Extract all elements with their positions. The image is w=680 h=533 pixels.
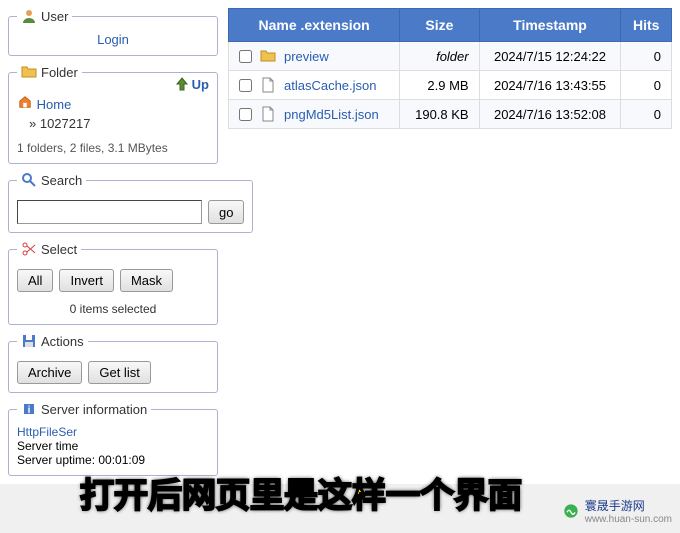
col-timestamp[interactable]: Timestamp (479, 9, 621, 42)
actions-legend: Actions (17, 333, 88, 349)
breadcrumb: Home » 1027217 (17, 94, 209, 131)
hits-cell: 0 (621, 100, 672, 129)
table-row: atlasCache.json 2.9 MB2024/7/16 13:43:550 (229, 71, 672, 100)
actions-panel: Actions Archive Get list (8, 333, 218, 393)
invert-button[interactable]: Invert (59, 269, 114, 292)
hits-cell: 0 (621, 42, 672, 71)
table-row: preview folder2024/7/15 12:24:220 (229, 42, 672, 71)
size-cell: folder (400, 42, 479, 71)
file-icon (260, 77, 276, 93)
file-link[interactable]: pngMd5List.json (284, 107, 379, 122)
select-all-button[interactable]: All (17, 269, 53, 292)
up-label: Up (192, 77, 209, 92)
col-name[interactable]: Name .extension (229, 9, 400, 42)
selected-count: 0 items selected (17, 302, 209, 316)
search-input[interactable] (17, 200, 202, 224)
select-panel: Select All Invert Mask 0 items selected (8, 241, 218, 325)
file-link[interactable]: preview (284, 49, 329, 64)
user-panel: User Login (8, 8, 218, 56)
search-panel: Search go (8, 172, 253, 233)
up-link[interactable]: Up (174, 76, 209, 92)
user-icon (21, 8, 37, 24)
server-uptime-label: Server uptime: (17, 453, 95, 467)
timestamp-cell: 2024/7/16 13:52:08 (479, 100, 621, 129)
home-icon (17, 94, 33, 110)
file-link[interactable]: atlasCache.json (284, 78, 377, 93)
server-info-panel: i Server information HttpFileSer Server … (8, 401, 218, 476)
table-row: pngMd5List.json 190.8 KB2024/7/16 13:52:0… (229, 100, 672, 129)
row-checkbox[interactable] (239, 108, 252, 121)
watermark-title: 寰晟手游网 (585, 497, 672, 514)
size-cell: 2.9 MB (400, 71, 479, 100)
folder-icon (260, 48, 276, 64)
timestamp-cell: 2024/7/15 12:24:22 (479, 42, 621, 71)
archive-button[interactable]: Archive (17, 361, 82, 384)
watermark-logo-icon (563, 503, 579, 519)
search-icon (21, 172, 37, 188)
col-hits[interactable]: Hits (621, 9, 672, 42)
folder-legend: Folder (17, 64, 82, 80)
watermark: 寰晟手游网 www.huan-sun.com (563, 497, 672, 525)
row-checkbox[interactable] (239, 50, 252, 63)
getlist-button[interactable]: Get list (88, 361, 150, 384)
size-cell: 190.8 KB (400, 100, 479, 129)
server-legend: i Server information (17, 401, 151, 417)
select-legend: Select (17, 241, 81, 257)
hits-cell: 0 (621, 71, 672, 100)
svg-text:i: i (28, 405, 31, 416)
user-legend-text: User (41, 9, 68, 24)
search-legend: Search (17, 172, 86, 188)
folder-open-icon (21, 64, 37, 80)
go-button[interactable]: go (208, 200, 244, 224)
folder-legend-text: Folder (41, 65, 78, 80)
mask-button[interactable]: Mask (120, 269, 173, 292)
disk-icon (21, 333, 37, 349)
file-icon (260, 106, 276, 122)
server-uptime-value: 00:01:09 (98, 453, 145, 467)
scissors-icon (21, 241, 37, 257)
folder-stats: 1 folders, 2 files, 3.1 MBytes (17, 141, 209, 155)
watermark-sub: www.huan-sun.com (585, 514, 672, 525)
server-legend-text: Server information (41, 402, 147, 417)
up-arrow-icon (174, 76, 190, 92)
col-size[interactable]: Size (400, 9, 479, 42)
caption-overlay: 打开后网页里是这样一个界面 (80, 468, 522, 517)
search-legend-text: Search (41, 173, 82, 188)
actions-legend-text: Actions (41, 334, 84, 349)
timestamp-cell: 2024/7/16 13:43:55 (479, 71, 621, 100)
login-link[interactable]: Login (17, 32, 209, 47)
home-link[interactable]: Home (37, 97, 72, 112)
server-time-label: Server time (17, 439, 78, 453)
row-checkbox[interactable] (239, 79, 252, 92)
info-icon: i (21, 401, 37, 417)
server-link[interactable]: HttpFileSer (17, 425, 77, 439)
user-legend: User (17, 8, 72, 24)
folder-panel: Folder Up Home » 1027217 1 folders, 2 fi… (8, 64, 218, 164)
file-table: Name .extension Size Timestamp Hits prev… (228, 8, 672, 129)
current-folder: 1027217 (40, 116, 91, 131)
select-legend-text: Select (41, 242, 77, 257)
